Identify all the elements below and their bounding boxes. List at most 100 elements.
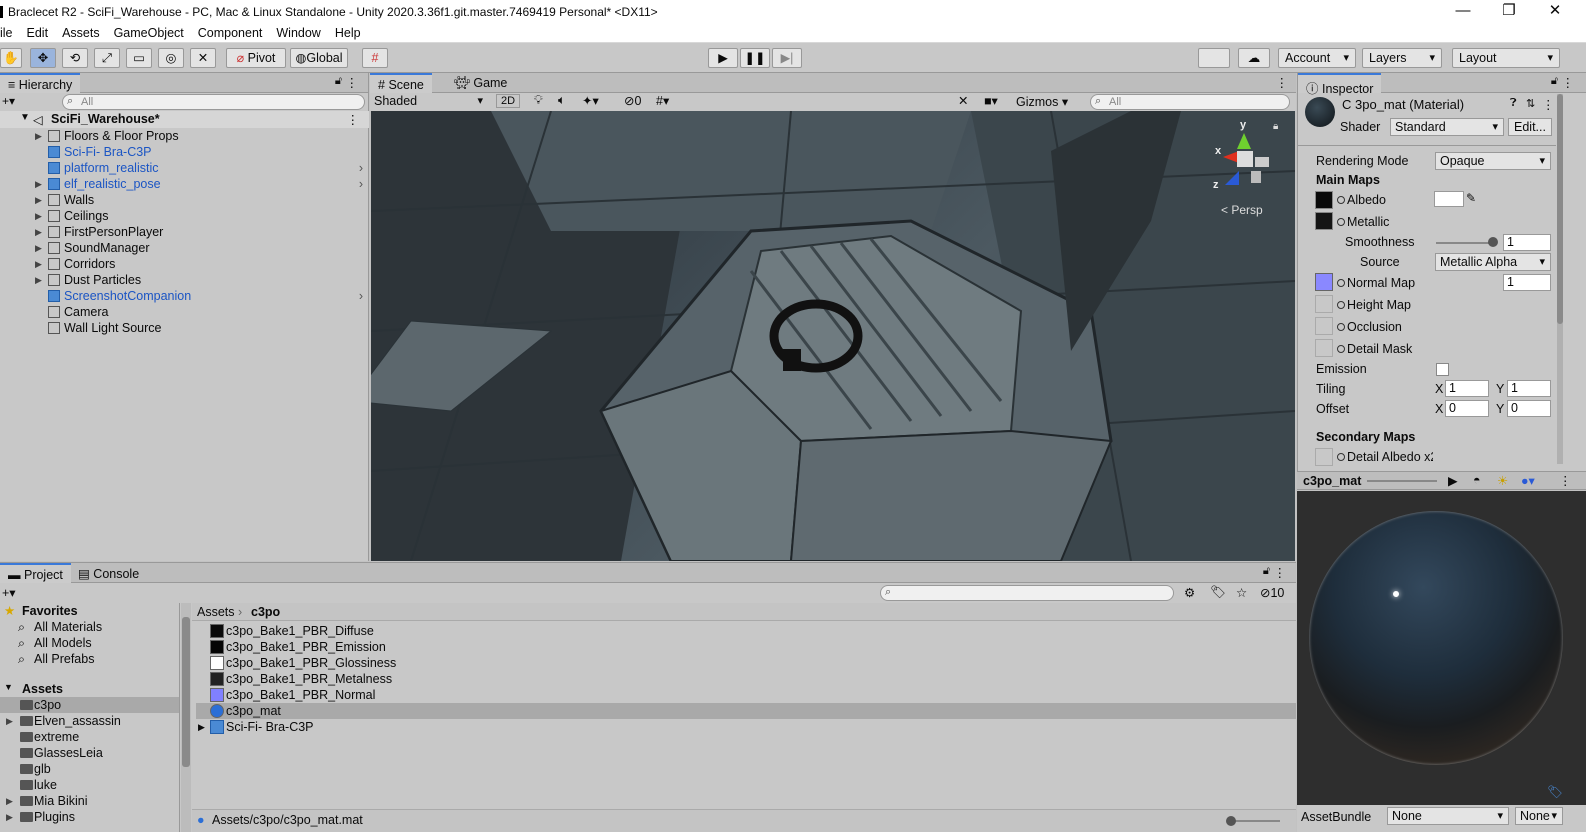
gizmos-dropdown[interactable]: Gizmos ▾: [1016, 94, 1068, 109]
scene-menu-icon[interactable]: ⋮: [347, 112, 360, 127]
open-prefab-icon[interactable]: ›: [359, 176, 363, 192]
audio-icon[interactable]: 🔈︎: [558, 93, 566, 108]
custom-tool-icon[interactable]: ✕: [190, 48, 216, 68]
expand-arrow-icon[interactable]: ▶: [35, 256, 42, 272]
transform-tool-icon[interactable]: ◎: [158, 48, 184, 68]
filter-type-icon[interactable]: ⚙: [1184, 585, 1195, 600]
breadcrumb-assets[interactable]: Assets: [197, 605, 235, 619]
asset-item[interactable]: c3po_Bake1_PBR_Emission: [196, 639, 1296, 655]
project-menu-icon[interactable]: ⋮: [1274, 565, 1287, 580]
hierarchy-item[interactable]: ▶ SoundManager: [0, 240, 369, 256]
hierarchy-item[interactable]: Sci-Fi- Bra-C3P: [0, 144, 369, 160]
minimize-icon[interactable]: —: [1440, 0, 1486, 24]
preview-menu-icon[interactable]: ⋮: [1559, 473, 1572, 488]
folder-item[interactable]: glb: [0, 761, 179, 777]
maximize-icon[interactable]: ❐: [1486, 0, 1532, 24]
scale-tool-icon[interactable]: ⤢: [94, 48, 120, 68]
add-icon[interactable]: +▾: [2, 94, 15, 108]
normal-map-texture-slot[interactable]: [1315, 273, 1333, 291]
folder-item[interactable]: ▶ Plugins: [0, 809, 179, 825]
icon-size-slider-thumb[interactable]: [1226, 816, 1236, 826]
smoothness-slider-thumb[interactable]: [1488, 237, 1498, 247]
expand-arrow-icon[interactable]: ▶: [35, 192, 42, 208]
help-icon[interactable]: ❓︎: [1510, 97, 1517, 110]
menu-component[interactable]: Component: [198, 26, 263, 40]
favorite-item[interactable]: ⌕ All Materials: [0, 619, 179, 635]
hidden-objects-icon[interactable]: ⊘0: [624, 93, 641, 108]
cloud-icon[interactable]: ☁: [1238, 48, 1270, 68]
grid-snap-icon[interactable]: #: [362, 48, 388, 68]
favorite-icon[interactable]: ☆: [1236, 585, 1247, 600]
folder-item[interactable]: GlassesLeia: [0, 745, 179, 761]
assetbundle-variant-dropdown[interactable]: None: [1515, 807, 1563, 825]
folder-item[interactable]: c3po: [0, 697, 179, 713]
folder-item[interactable]: extreme: [0, 729, 179, 745]
normal-scale-input[interactable]: 1: [1503, 274, 1551, 291]
source-dropdown[interactable]: Metallic Alpha: [1435, 253, 1551, 271]
toggle-2d-button[interactable]: 2D: [496, 94, 521, 108]
favorite-item[interactable]: ⌕ All Prefabs: [0, 651, 179, 667]
height-map-picker-icon[interactable]: [1337, 301, 1345, 309]
albedo-picker-icon[interactable]: [1337, 196, 1345, 204]
preview-light-icon[interactable]: ☀: [1497, 473, 1508, 488]
assetbundle-dropdown[interactable]: None: [1387, 807, 1509, 825]
gizmo-neg-x[interactable]: [1255, 157, 1269, 167]
lighting-icon[interactable]: 💡︎: [534, 93, 543, 108]
tab-hierarchy[interactable]: ≡ Hierarchy: [0, 73, 81, 93]
scene-search-input[interactable]: All: [1090, 94, 1290, 110]
project-add-icon[interactable]: +▾: [2, 585, 16, 600]
hierarchy-item[interactable]: ▶ Walls: [0, 192, 369, 208]
lock-icon[interactable]: 🔓︎: [335, 75, 342, 88]
rendering-mode-dropdown[interactable]: Opaque: [1435, 152, 1551, 170]
camera-icon[interactable]: ■▾: [984, 93, 998, 108]
scene-viewport[interactable]: y x z < Persp 🔒︎: [371, 111, 1295, 561]
collab-button[interactable]: [1198, 48, 1230, 68]
menu-window[interactable]: Window: [276, 26, 320, 40]
detail-mask-texture-slot[interactable]: [1315, 339, 1333, 357]
hierarchy-item[interactable]: ▶ elf_realistic_pose ›: [0, 176, 369, 192]
expand-arrow-icon[interactable]: ▶: [6, 793, 13, 809]
menu-file[interactable]: ile: [0, 26, 13, 40]
tree-scrollbar-thumb[interactable]: [182, 617, 190, 767]
projection-label[interactable]: < Persp: [1221, 203, 1263, 217]
gizmo-center[interactable]: [1237, 151, 1253, 167]
height-map-texture-slot[interactable]: [1315, 295, 1333, 313]
shader-dropdown[interactable]: Standard: [1390, 118, 1504, 136]
preview-play-icon[interactable]: ▶: [1448, 473, 1458, 488]
smoothness-input[interactable]: 1: [1503, 234, 1551, 251]
menu-gameobject[interactable]: GameObject: [114, 26, 184, 40]
tree-scrollbar[interactable]: [181, 603, 191, 832]
menu-help[interactable]: Help: [335, 26, 361, 40]
asset-item[interactable]: ▶ Sci-Fi- Bra-C3P: [196, 719, 1296, 735]
expand-arrow-icon[interactable]: ▼: [20, 112, 30, 123]
detail-albedo-texture-slot[interactable]: [1315, 448, 1333, 466]
layers-dropdown[interactable]: Layers: [1362, 48, 1442, 68]
menu-assets[interactable]: Assets: [62, 26, 100, 40]
asset-item[interactable]: c3po_mat: [196, 703, 1296, 719]
eyedropper-icon[interactable]: ✎: [1466, 191, 1476, 205]
inspector-menu-icon[interactable]: ⋮: [1562, 75, 1575, 90]
expand-arrow-icon[interactable]: ▶: [35, 176, 42, 192]
icon-size-slider[interactable]: [1232, 820, 1280, 822]
detail-mask-picker-icon[interactable]: [1337, 345, 1345, 353]
tab-inspector[interactable]: ⓘ Inspector: [1298, 73, 1382, 96]
shading-dropdown[interactable]: Shaded: [370, 93, 488, 111]
pivot-button[interactable]: ⌀ Pivot: [226, 48, 286, 68]
folder-item[interactable]: ▶ Elven_assassin: [0, 713, 179, 729]
hierarchy-item[interactable]: ScreenshotCompanion ›: [0, 288, 369, 304]
open-prefab-icon[interactable]: ›: [359, 160, 363, 176]
occlusion-picker-icon[interactable]: [1337, 323, 1345, 331]
rotate-tool-icon[interactable]: ⟲: [62, 48, 88, 68]
asset-item[interactable]: c3po_Bake1_PBR_Glossiness: [196, 655, 1296, 671]
expand-arrow-icon[interactable]: ▶: [198, 719, 205, 735]
expand-arrow-icon[interactable]: ▶: [35, 272, 42, 288]
asset-label-icon[interactable]: 🏷︎: [1547, 785, 1563, 800]
preview-mesh-icon[interactable]: ◓: [1473, 473, 1481, 487]
hierarchy-search-input[interactable]: All: [62, 94, 365, 110]
smoothness-slider-track[interactable]: [1436, 242, 1496, 244]
hierarchy-item[interactable]: Camera: [0, 304, 369, 320]
detail-albedo-picker-icon[interactable]: [1337, 453, 1345, 461]
filter-label-icon[interactable]: 🏷︎: [1210, 585, 1226, 600]
expand-arrow-icon[interactable]: ▶: [6, 713, 13, 729]
hand-tool-icon[interactable]: ✋: [0, 48, 22, 68]
